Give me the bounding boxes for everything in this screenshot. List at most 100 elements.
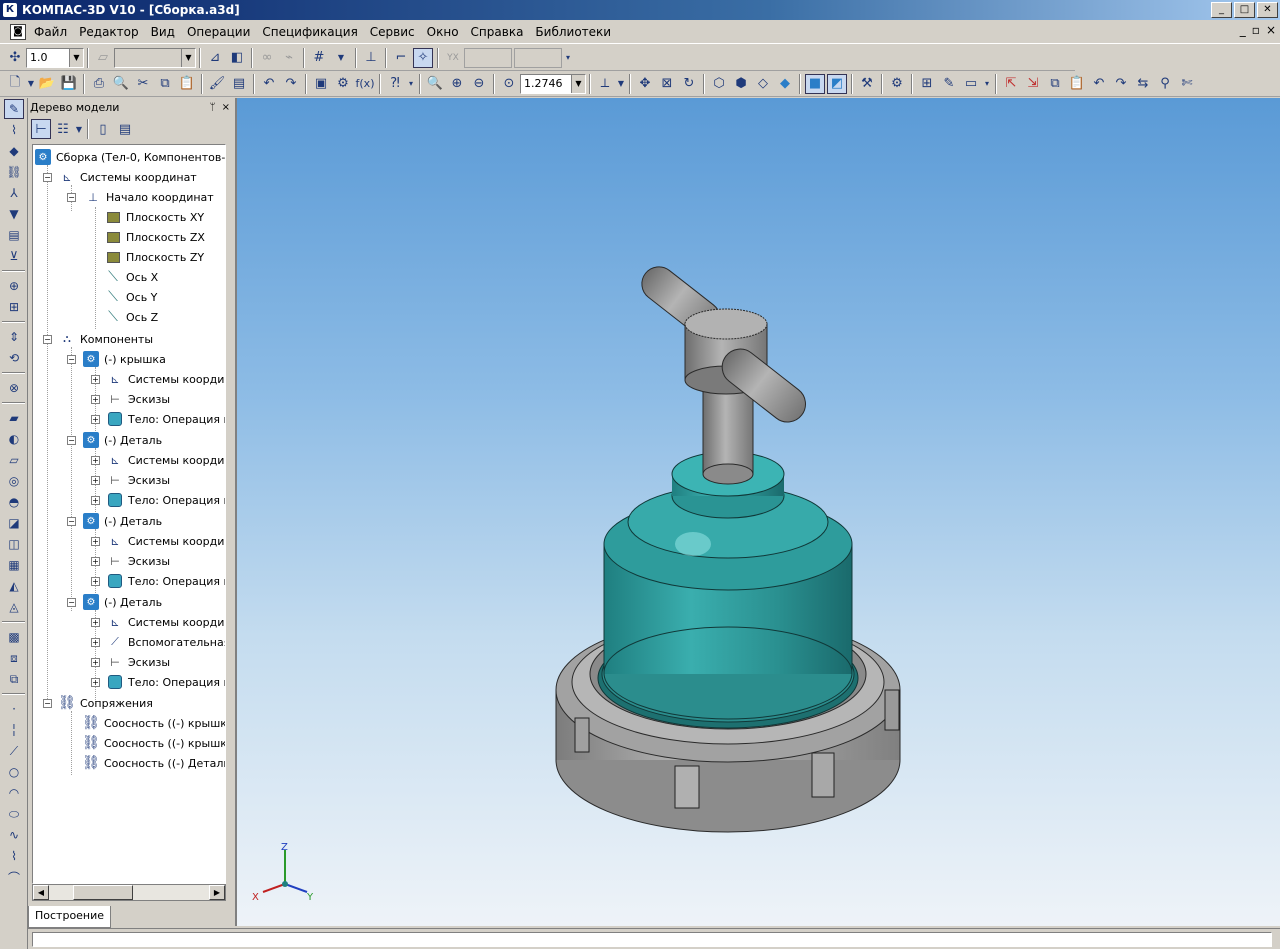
copy-icon[interactable]: ⧉ bbox=[155, 74, 175, 94]
close-button[interactable]: ✕ bbox=[1257, 2, 1278, 18]
scroll-left-icon[interactable]: ◀ bbox=[33, 885, 49, 900]
coords-icon[interactable]: YX bbox=[443, 48, 463, 68]
menu-specification[interactable]: Спецификация bbox=[256, 25, 363, 39]
expand-toggle[interactable]: + bbox=[91, 476, 100, 485]
tree-item-axis-y[interactable]: ⟍ Ось Y bbox=[105, 287, 157, 307]
tree-item-assembly[interactable]: ⚙ Сборка (Тел-0, Компонентов-4) bbox=[35, 147, 225, 167]
hidden-lines-icon[interactable]: ⬢ bbox=[731, 74, 751, 94]
paste-icon[interactable]: 📋 bbox=[177, 74, 197, 94]
model-viewport[interactable]: Z X Y bbox=[235, 98, 1280, 926]
chevron-down-icon[interactable]: ▼ bbox=[69, 48, 83, 67]
select-group-icon[interactable]: ⇲ bbox=[1023, 74, 1043, 94]
collapse-toggle[interactable]: − bbox=[43, 335, 52, 344]
mdi-close-button[interactable]: × bbox=[1266, 23, 1276, 37]
document-icon[interactable]: ◙ bbox=[10, 23, 26, 40]
group-icon[interactable]: ⧉ bbox=[4, 669, 24, 689]
tree-item-cs[interactable]: ⊾ Системы координ bbox=[107, 450, 225, 470]
tree-item-body[interactable]: Тело: Операция в bbox=[107, 409, 225, 429]
help-pointer-icon[interactable]: ⁈ bbox=[385, 74, 405, 94]
ellipse-icon[interactable]: ⬭ bbox=[4, 804, 24, 824]
revolve-icon[interactable]: ◐ bbox=[4, 429, 24, 449]
expand-toggle[interactable]: + bbox=[91, 415, 100, 424]
menu-view[interactable]: Вид bbox=[145, 25, 181, 39]
chevron-down-icon[interactable]: ▼ bbox=[181, 48, 195, 67]
tree-item-cs[interactable]: ⊾ Системы координ bbox=[107, 612, 225, 632]
tree-list-icon[interactable]: ▯ bbox=[93, 119, 113, 139]
wireframe-icon[interactable]: ⬡ bbox=[709, 74, 729, 94]
tree-horizontal-scrollbar[interactable]: ◀ ▶ bbox=[32, 884, 226, 901]
expand-toggle[interactable]: + bbox=[91, 537, 100, 546]
menu-window[interactable]: Окно bbox=[421, 25, 465, 39]
expand-toggle[interactable]: + bbox=[91, 375, 100, 384]
print-icon[interactable]: ⎙ bbox=[89, 74, 109, 94]
paste-props-icon[interactable]: 📋 bbox=[1067, 74, 1087, 94]
filter-icon[interactable]: ⚲ bbox=[1155, 74, 1175, 94]
redo-icon[interactable]: ↷ bbox=[281, 74, 301, 94]
edit-pencil-icon[interactable]: ✎ bbox=[939, 74, 959, 94]
expand-toggle[interactable]: + bbox=[91, 638, 100, 647]
snap-icon[interactable]: ✧ bbox=[413, 47, 433, 68]
mirror-icon[interactable]: ◭ bbox=[4, 576, 24, 596]
panel-close-icon[interactable]: × bbox=[222, 102, 230, 113]
zoom-combo[interactable]: 1.2746 ▼ bbox=[520, 73, 586, 94]
coord-x-field[interactable] bbox=[464, 47, 512, 68]
pan-icon[interactable]: ✥ bbox=[635, 74, 655, 94]
tree-view-dropdown-icon[interactable]: ▼ bbox=[75, 119, 83, 139]
tree-separate-icon[interactable]: ▤ bbox=[115, 119, 135, 139]
tree-item-cs[interactable]: ⊾ Системы координ bbox=[107, 531, 225, 551]
zoom-window-icon[interactable]: 🔍 bbox=[425, 74, 445, 94]
copy-props-icon[interactable]: ⧉ bbox=[1045, 74, 1065, 94]
tree-item-mate[interactable]: ⛓ Соосность ((-) крышка bbox=[82, 733, 225, 753]
step-combo[interactable]: 1.0 ▼ bbox=[26, 47, 84, 68]
menu-edit[interactable]: Редактор bbox=[73, 25, 144, 39]
shell-icon[interactable]: ◫ bbox=[4, 534, 24, 554]
rotate-component-icon[interactable]: ⟲ bbox=[4, 348, 24, 368]
link-icon[interactable]: ∞ bbox=[257, 48, 277, 68]
swap-icon[interactable]: ⇆ bbox=[1133, 74, 1153, 94]
maximize-button[interactable]: □ bbox=[1234, 2, 1255, 18]
tree-item-component-part[interactable]: ⚙ (-) Деталь bbox=[83, 511, 162, 531]
toolbar-overflow-icon[interactable]: ▾ bbox=[563, 48, 573, 68]
print-preview-icon[interactable]: 🔍 bbox=[111, 74, 131, 94]
tree-item-plane-zx[interactable]: Плоскость ZX bbox=[105, 227, 205, 247]
spec-tool-icon[interactable]: ▤ bbox=[4, 225, 24, 245]
filter-tool-icon[interactable]: ▼ bbox=[4, 204, 24, 224]
tree-item-body[interactable]: Тело: Операция в bbox=[107, 490, 225, 510]
layer-combo[interactable]: ▼ bbox=[114, 47, 196, 68]
forward-icon[interactable]: ↷ bbox=[1111, 74, 1131, 94]
polyline-icon[interactable]: ⟋ bbox=[4, 741, 24, 761]
extrude-icon[interactable]: ▰ bbox=[4, 408, 24, 428]
expand-toggle[interactable]: + bbox=[91, 618, 100, 627]
tree-item-cs[interactable]: ⊾ Системы координ bbox=[107, 369, 225, 389]
variables-icon[interactable]: f(x) bbox=[355, 74, 375, 94]
open-folder-icon[interactable]: 📂 bbox=[37, 74, 57, 94]
tree-item-axis-z[interactable]: ⟍ Ось Z bbox=[105, 307, 158, 327]
draft-icon[interactable]: ◬ bbox=[4, 597, 24, 617]
model-3d-render[interactable]: Z X Y bbox=[237, 98, 1280, 926]
sketch-icon[interactable]: ⌇ bbox=[4, 120, 24, 140]
spline-icon[interactable]: ∿ bbox=[4, 825, 24, 845]
tree-item-sketches[interactable]: ⊢ Эскизы bbox=[107, 389, 170, 409]
expand-toggle[interactable]: + bbox=[91, 395, 100, 404]
mdi-minimize-button[interactable]: _ bbox=[1240, 23, 1246, 37]
window-icon[interactable]: ▭ bbox=[961, 74, 981, 94]
orientation-axes-icon[interactable]: ⟂ bbox=[595, 74, 615, 94]
coord-y-field[interactable] bbox=[514, 47, 562, 68]
shaded-icon[interactable]: ◆ bbox=[775, 74, 795, 94]
tree-item-plane-zy[interactable]: Плоскость ZY bbox=[105, 247, 204, 267]
zoom-in-icon[interactable]: ⊕ bbox=[447, 74, 467, 94]
mdi-restore-button[interactable]: ▫ bbox=[1252, 23, 1260, 37]
grid-icon[interactable]: # bbox=[309, 48, 329, 68]
scroll-right-icon[interactable]: ▶ bbox=[209, 885, 225, 900]
collapse-toggle[interactable]: − bbox=[67, 436, 76, 445]
shaded-edges-icon[interactable]: ■ bbox=[805, 73, 825, 94]
menu-file[interactable]: Файл bbox=[28, 25, 73, 39]
collapse-toggle[interactable]: − bbox=[67, 517, 76, 526]
spec-icon[interactable]: ⚒ bbox=[857, 74, 877, 94]
rotate-icon[interactable]: ↻ bbox=[679, 74, 699, 94]
tree-item-coordinate-systems[interactable]: ⊾ Системы координат bbox=[59, 167, 196, 187]
measure-icon[interactable]: ⊞ bbox=[917, 74, 937, 94]
cut-icon[interactable]: ✂ bbox=[133, 74, 153, 94]
section-icon[interactable]: ✄ bbox=[1177, 74, 1197, 94]
toolbar-overflow-icon[interactable]: ▾ bbox=[983, 74, 991, 94]
